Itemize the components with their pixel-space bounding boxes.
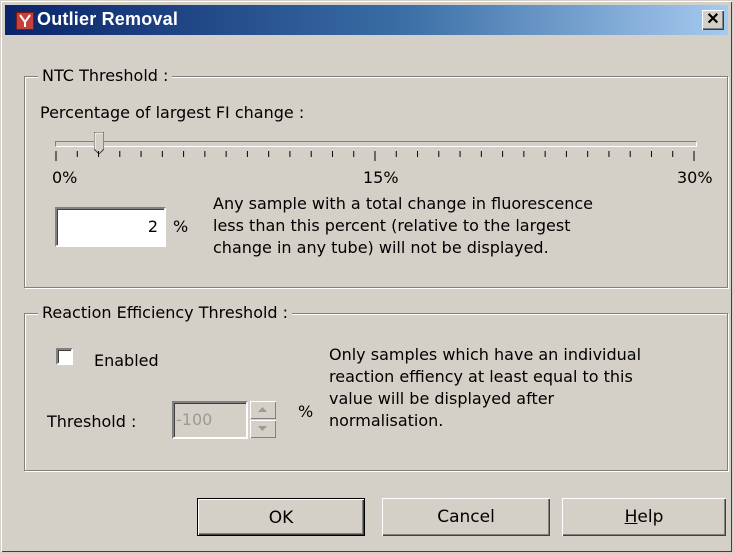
chevron-up-icon [258, 407, 267, 412]
ntc-percent-input[interactable]: 2 [55, 207, 166, 247]
efficiency-description: Only samples which have an individual re… [329, 345, 642, 430]
tick-label-0: 0% [52, 168, 78, 187]
close-button[interactable]: ✕ [702, 10, 724, 30]
close-icon: ✕ [706, 11, 720, 28]
window-title: Outlier Removal [37, 9, 179, 29]
enabled-label[interactable]: Enabled [94, 351, 159, 371]
threshold-unit: % [298, 402, 314, 421]
threshold-input[interactable]: -100 [172, 401, 248, 439]
enabled-checkbox[interactable] [56, 348, 73, 365]
chevron-down-icon [258, 426, 267, 431]
cancel-button[interactable]: Cancel [382, 498, 550, 536]
spin-down-button[interactable] [250, 420, 276, 438]
title-bar[interactable]: Outlier Removal ✕ [5, 5, 728, 35]
help-label-rest: elp [637, 507, 664, 527]
threshold-spinner[interactable] [250, 401, 276, 439]
tick-label-30: 30% [677, 168, 713, 187]
ok-button[interactable]: OK [197, 498, 365, 536]
threshold-label: Threshold : [47, 412, 137, 431]
help-mnemonic: H [624, 507, 638, 527]
reaction-efficiency-group-label: Reaction Efficiency Threshold : [38, 304, 293, 322]
slider-ticks [55, 151, 695, 161]
ntc-threshold-group-label: NTC Threshold : [38, 67, 173, 85]
ntc-description: Any sample with a total change in fluore… [213, 194, 593, 257]
app-icon [16, 12, 34, 30]
help-button[interactable]: Help [562, 498, 726, 536]
outlier-removal-dialog: Outlier Removal ✕ NTC Threshold : Percen… [0, 0, 733, 553]
slider-label: Percentage of largest FI change : [40, 103, 305, 122]
fi-change-slider-track[interactable] [55, 141, 697, 147]
spin-up-button[interactable] [250, 401, 276, 419]
ntc-percent-unit: % [173, 217, 189, 236]
tick-label-15: 15% [363, 168, 399, 187]
